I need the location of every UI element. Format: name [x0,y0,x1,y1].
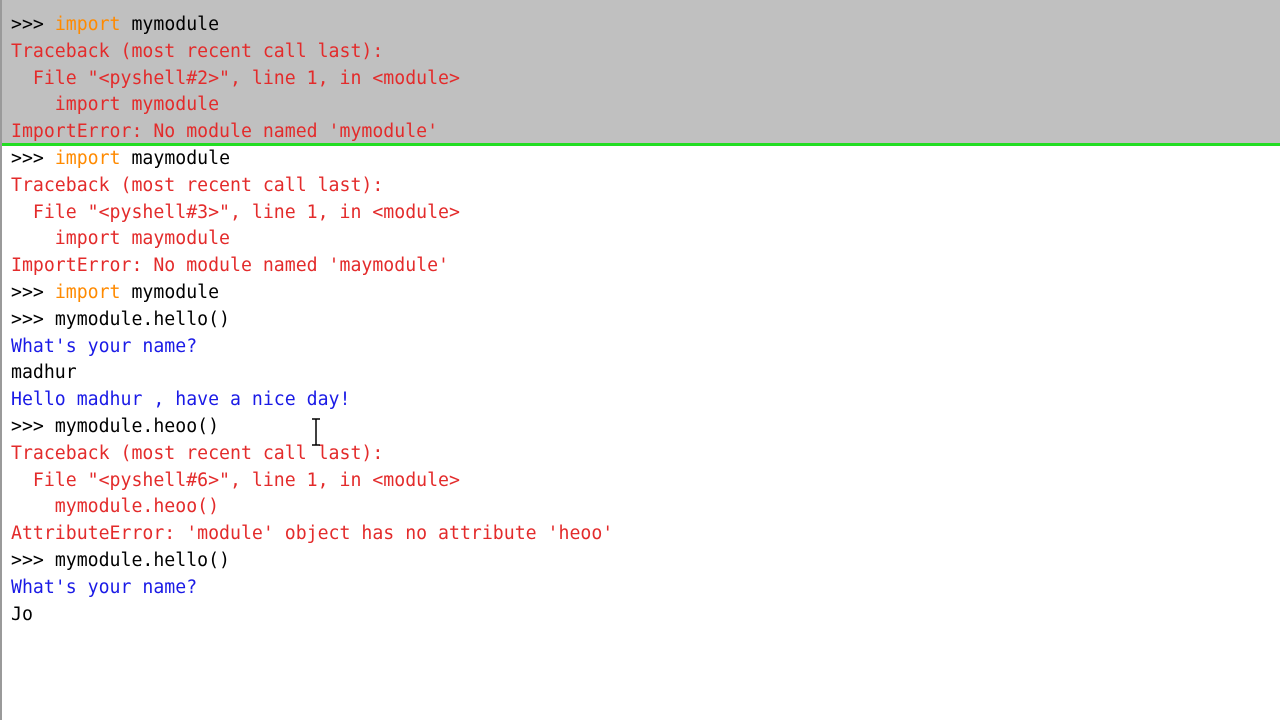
user-input-line: Jo [11,603,33,625]
text-cursor-icon [312,418,320,446]
stderr-line: File "<pyshell#2>", line 1, in <module> [11,67,460,89]
prompt-marker: >>> [11,282,44,303]
stderr-line: File "<pyshell#3>", line 1, in <module> [11,201,460,223]
stderr-line: import maymodule [11,228,230,250]
input-code: mymodule [120,14,220,35]
keyword-token: import [54,148,121,169]
stderr-line: import mymodule [11,94,220,116]
stderr-line: Traceback (most recent call last): [11,174,384,196]
shell-input-line: >>> mymodule.heoo() [11,414,219,440]
stderr-line: Traceback (most recent call last): [11,442,384,464]
shell-input-line: >>> mymodule.hello() [11,548,230,574]
stderr-line: mymodule.heoo() [11,496,220,518]
program-output-line: What's your name? [11,335,198,357]
input-code: mymodule.heoo() [54,416,220,437]
shell-input-line: >>> mymodule.hello() [11,307,230,333]
input-code: mymodule.hello() [54,308,231,330]
python-shell-window[interactable]: ' >>> import mymoduleTraceback (most rec… [0,0,1280,720]
stderr-line: ImportError: No module named 'mymodule' [11,121,439,143]
clipped-previous-line: ' [11,0,19,4]
shell-input-line: >>> import maymodule [11,146,230,172]
prompt-marker: >>> [11,550,44,571]
prompt-marker: >>> [11,148,44,169]
input-code: maymodule [120,148,231,169]
keyword-token: import [54,14,121,35]
stderr-line: AttributeError: 'module' object has no a… [11,523,614,545]
prompt-marker: >>> [11,416,44,437]
program-output-line: Hello madhur , have a nice day! [11,389,351,411]
prompt-marker: >>> [11,308,44,330]
stderr-line: Traceback (most recent call last): [11,40,384,62]
shell-input-line: >>> import mymodule [11,280,219,306]
user-input-line: madhur [11,362,77,384]
program-output-line: What's your name? [11,576,198,598]
shell-input-line: >>> import mymodule [11,12,219,38]
stderr-line: File "<pyshell#6>", line 1, in <module> [11,469,460,491]
keyword-token: import [54,282,121,303]
stderr-line: ImportError: No module named 'maymodule' [11,255,449,277]
input-code: mymodule [120,282,220,303]
prompt-marker: >>> [11,14,44,35]
input-code: mymodule.hello() [54,550,231,571]
